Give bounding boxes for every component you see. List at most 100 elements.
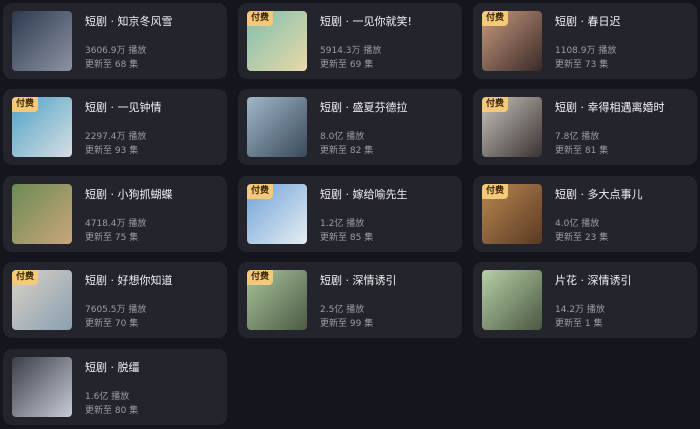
paid-badge: 付费 [482,97,509,112]
play-count-suffix: 播放 [128,132,147,142]
play-count: 2.5亿 播放 [320,302,364,315]
update-prefix: 更新至 [85,233,113,243]
drama-title[interactable]: 短剧 · 脱缰 [85,359,140,375]
play-count-suffix: 播放 [128,219,147,229]
drama-poster[interactable] [247,97,307,157]
update-prefix: 更新至 [320,233,348,243]
play-count: 4718.4万 播放 [85,216,146,229]
drama-poster[interactable]: 付费 [12,97,72,157]
paid-badge: 付费 [12,270,39,285]
update-suffix: 集 [599,146,609,156]
drama-title[interactable]: 短剧 · 嫁给喻先生 [320,186,408,202]
drama-poster[interactable]: 付费 [247,184,307,244]
update-suffix: 集 [364,319,374,329]
play-count: 3606.9万 播放 [85,43,146,56]
drama-poster[interactable]: 付费 [12,270,72,330]
poster-image [12,184,72,244]
episode-count: 99 [349,319,362,329]
play-count-value: 4718.4万 [85,219,126,229]
episode-count: 1 [584,319,591,329]
update-prefix: 更新至 [320,146,348,156]
drama-card[interactable]: 付费 短剧 · 一见你就笑! 5914.3万 播放 更新至 69 集 [238,3,462,79]
update-prefix: 更新至 [555,60,583,70]
drama-poster[interactable]: 付费 [247,270,307,330]
episode-update: 更新至 80 集 [85,403,138,416]
drama-title[interactable]: 短剧 · 知京冬风雪 [85,13,173,29]
drama-poster[interactable]: 付费 [482,11,542,71]
update-suffix: 集 [129,60,139,70]
update-suffix: 集 [364,146,374,156]
play-count-suffix: 播放 [346,305,365,315]
drama-card[interactable]: 付费 短剧 · 嫁给喻先生 1.2亿 播放 更新至 85 集 [238,176,462,252]
drama-title[interactable]: 短剧 · 盛夏芬德拉 [320,99,408,115]
drama-poster[interactable]: 付费 [482,97,542,157]
play-count-value: 3606.9万 [85,46,126,56]
update-prefix: 更新至 [320,319,348,329]
drama-card[interactable]: 短剧 · 小狗抓蝴蝶 4718.4万 播放 更新至 75 集 [3,176,227,252]
update-prefix: 更新至 [85,406,113,416]
drama-poster[interactable] [482,270,542,330]
update-suffix: 集 [599,60,609,70]
update-suffix: 集 [129,406,139,416]
update-suffix: 集 [129,319,139,329]
drama-poster[interactable] [12,11,72,71]
episode-count: 73 [584,60,597,70]
paid-badge: 付费 [482,11,509,26]
play-count: 1108.9万 播放 [555,43,616,56]
drama-card[interactable]: 付费 短剧 · 春日迟 1108.9万 播放 更新至 73 集 [473,3,697,79]
drama-title[interactable]: 短剧 · 深情诱引 [320,272,397,288]
play-count-value: 7.8亿 [555,132,579,142]
poster-image [12,357,72,417]
episode-count: 93 [114,146,127,156]
drama-card[interactable]: 短剧 · 脱缰 1.6亿 播放 更新至 80 集 [3,349,227,425]
update-prefix: 更新至 [555,233,583,243]
play-count-value: 1108.9万 [555,46,596,56]
play-count: 7605.5万 播放 [85,302,146,315]
poster-image [247,97,307,157]
drama-card[interactable]: 付费 短剧 · 深情诱引 2.5亿 播放 更新至 99 集 [238,262,462,338]
drama-title[interactable]: 短剧 · 小狗抓蝴蝶 [85,186,173,202]
episode-count: 68 [114,60,127,70]
drama-title[interactable]: 短剧 · 多大点事儿 [555,186,643,202]
update-suffix: 集 [593,319,603,329]
episode-update: 更新至 85 集 [320,230,373,243]
drama-card[interactable]: 付费 短剧 · 好想你知道 7605.5万 播放 更新至 70 集 [3,262,227,338]
play-count: 8.0亿 播放 [320,129,364,142]
drama-title[interactable]: 短剧 · 春日迟 [555,13,621,29]
paid-badge: 付费 [12,97,39,112]
update-suffix: 集 [599,233,609,243]
play-count-value: 1.6亿 [85,392,109,402]
episode-update: 更新至 82 集 [320,143,373,156]
drama-title[interactable]: 片花 · 深情诱引 [555,272,632,288]
drama-card[interactable]: 短剧 · 盛夏芬德拉 8.0亿 播放 更新至 82 集 [238,89,462,165]
episode-count: 69 [349,60,362,70]
episode-count: 80 [114,406,127,416]
drama-card[interactable]: 短剧 · 知京冬风雪 3606.9万 播放 更新至 68 集 [3,3,227,79]
drama-card[interactable]: 付费 短剧 · 多大点事儿 4.0亿 播放 更新至 23 集 [473,176,697,252]
play-count: 7.8亿 播放 [555,129,599,142]
episode-count: 23 [584,233,597,243]
drama-poster[interactable]: 付费 [247,11,307,71]
episode-update: 更新至 75 集 [85,230,138,243]
drama-poster[interactable] [12,184,72,244]
paid-badge: 付费 [247,11,274,26]
drama-title[interactable]: 短剧 · 好想你知道 [85,272,173,288]
play-count-value: 8.0亿 [320,132,344,142]
drama-title[interactable]: 短剧 · 一见你就笑! [320,13,412,29]
update-prefix: 更新至 [85,319,113,329]
drama-card[interactable]: 付费 短剧 · 幸得相遇离婚时 7.8亿 播放 更新至 81 集 [473,89,697,165]
drama-poster[interactable] [12,357,72,417]
drama-title[interactable]: 短剧 · 幸得相遇离婚时 [555,99,665,115]
episode-update: 更新至 68 集 [85,57,138,70]
episode-count: 70 [114,319,127,329]
play-count-suffix: 播放 [586,305,605,315]
play-count: 1.2亿 播放 [320,216,364,229]
play-count-value: 2297.4万 [85,132,126,142]
drama-title[interactable]: 短剧 · 一见钟情 [85,99,162,115]
drama-card[interactable]: 付费 短剧 · 一见钟情 2297.4万 播放 更新至 93 集 [3,89,227,165]
drama-poster[interactable]: 付费 [482,184,542,244]
episode-count: 75 [114,233,127,243]
play-count-value: 14.2万 [555,305,585,315]
play-count-value: 5914.3万 [320,46,361,56]
drama-card[interactable]: 片花 · 深情诱引 14.2万 播放 更新至 1 集 [473,262,697,338]
